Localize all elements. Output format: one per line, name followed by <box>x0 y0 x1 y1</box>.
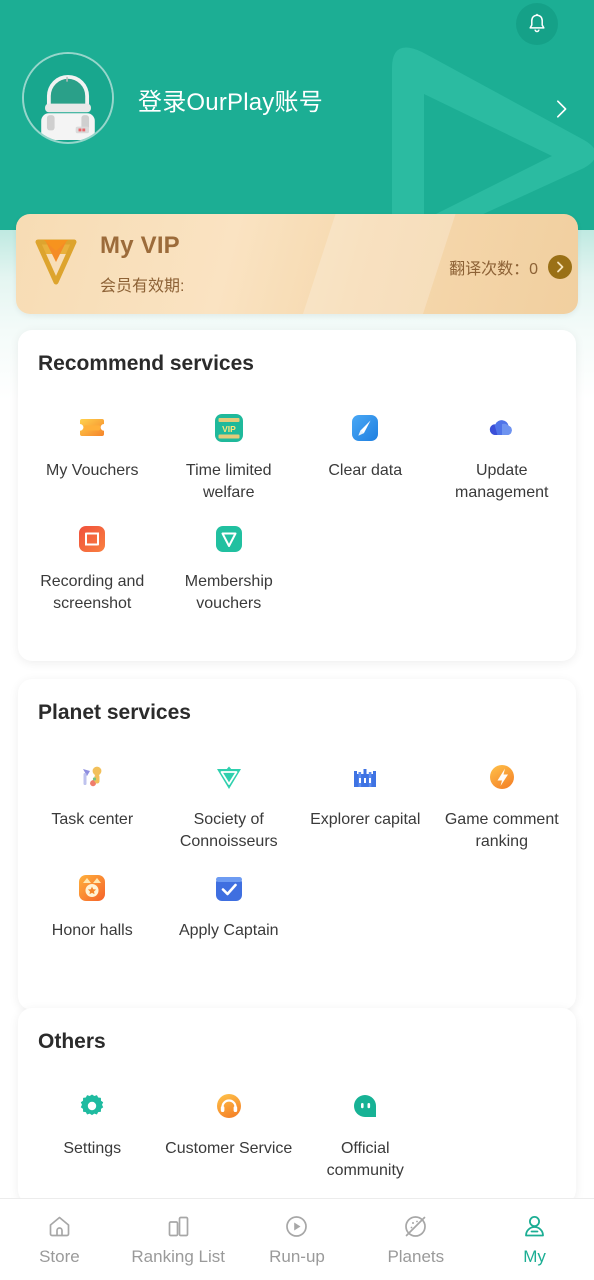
chevron-right-icon[interactable] <box>550 98 572 120</box>
service-label: Honor halls <box>51 922 133 940</box>
card-others: Others Settings Customer Service Officia… <box>18 1008 576 1204</box>
planet-services-grid: Task center Society of Connoisseurs Expl… <box>24 747 570 948</box>
service-label: Explorer capital <box>310 811 421 828</box>
vip-title: My VIP <box>100 232 180 259</box>
nav-item-ranking-list[interactable]: Ranking List <box>119 1212 238 1267</box>
service-label: Game comment ranking <box>444 811 559 850</box>
service-label: Settings <box>63 1140 122 1157</box>
section-title-planet: Planet services <box>38 701 191 724</box>
bottom-navigation: Store Ranking List Run-up Planets My <box>0 1198 594 1280</box>
others-grid: Settings Customer Service Official commu… <box>24 1076 570 1187</box>
task-center-icon <box>74 759 110 795</box>
service-label: Update management <box>455 462 549 501</box>
service-label: Apply Captain <box>178 922 279 940</box>
service-item-my-vouchers[interactable]: My Vouchers <box>24 398 161 509</box>
my-profile-screen: 登录OurPlay账号 My VIP 会员有效期: 翻译次数：0 Recomme… <box>0 0 594 1280</box>
service-label: Society of Connoisseurs <box>179 811 278 850</box>
nav-item-planets[interactable]: Planets <box>356 1212 475 1267</box>
vip-card-welfare-icon: VIP <box>211 410 247 446</box>
vip-banner-sheen <box>283 214 469 314</box>
honor-medal-icon <box>74 870 110 906</box>
nav-label: My <box>523 1247 546 1266</box>
astronaut-avatar-icon <box>24 54 112 140</box>
translate-count-label: 翻译次数：0 <box>449 261 538 278</box>
profile-header: 登录OurPlay账号 <box>0 0 594 230</box>
nav-item-run-up[interactable]: Run-up <box>238 1212 357 1267</box>
card-planet-services: Planet services Task center Society of C… <box>18 679 576 1010</box>
nav-item-my[interactable]: My <box>475 1212 594 1267</box>
bell-icon <box>529 13 545 33</box>
nav-label: Ranking List <box>131 1247 225 1266</box>
home-icon <box>45 1212 73 1240</box>
service-item-customer-service[interactable]: Customer Service <box>161 1076 298 1187</box>
planet-icon <box>402 1212 430 1240</box>
vip-validity-label: 会员有效期: <box>100 278 185 295</box>
service-item-recording-and-screenshot[interactable]: Recording and screenshot <box>24 509 161 620</box>
service-label: Customer Service <box>165 1140 293 1157</box>
bar-chart-icon <box>164 1212 192 1240</box>
service-label: Task center <box>51 811 134 828</box>
gear-icon <box>74 1088 110 1124</box>
nav-label: Planets <box>387 1247 445 1266</box>
service-item-official-community[interactable]: Official community <box>297 1076 434 1187</box>
service-item-game-comment-ranking[interactable]: Game comment ranking <box>434 747 571 858</box>
person-icon <box>521 1212 549 1240</box>
membership-v-icon <box>211 521 247 557</box>
service-item-honor-halls[interactable]: Honor halls <box>24 858 161 948</box>
play-circle-icon <box>283 1212 311 1240</box>
connoisseur-triangle-icon <box>211 759 247 795</box>
service-item-explorer-capital[interactable]: Explorer capital <box>297 747 434 858</box>
login-title[interactable]: 登录OurPlay账号 <box>138 82 323 117</box>
service-item-update-management[interactable]: Update management <box>434 398 571 509</box>
service-item-time-limited-welfare[interactable]: VIP Time limited welfare <box>161 398 298 509</box>
recommend-services-grid: My Vouchers VIP Time limited welfare Cle… <box>24 398 570 620</box>
nav-label: Store <box>39 1247 80 1266</box>
service-label: Time limited welfare <box>185 462 272 501</box>
card-recommend-services: Recommend services My Vouchers VIP Time … <box>18 330 576 661</box>
avatar[interactable] <box>22 52 114 144</box>
service-item-task-center[interactable]: Task center <box>24 747 161 858</box>
headset-support-icon <box>211 1088 247 1124</box>
castle-explorer-icon <box>347 759 383 795</box>
service-label: My Vouchers <box>46 462 139 479</box>
cloud-update-icon <box>484 410 520 446</box>
service-item-settings[interactable]: Settings <box>24 1076 161 1187</box>
broom-clear-data-icon <box>347 410 383 446</box>
nav-label: Run-up <box>269 1247 325 1266</box>
grid-spacer <box>434 1076 571 1187</box>
service-item-membership-vouchers[interactable]: Membership vouchers <box>161 509 298 620</box>
community-chat-icon <box>347 1088 383 1124</box>
chevron-right-circle-icon[interactable] <box>548 255 572 279</box>
vip-translate-group[interactable]: 翻译次数：0 <box>449 255 572 279</box>
service-label: Recording and screenshot <box>40 573 145 612</box>
service-item-clear-data[interactable]: Clear data <box>297 398 434 509</box>
play-triangle-watermark-icon <box>392 47 594 230</box>
nav-item-store[interactable]: Store <box>0 1212 119 1267</box>
section-title-recommend: Recommend services <box>38 352 254 375</box>
service-item-apply-captain[interactable]: Apply Captain <box>161 858 298 948</box>
comment-ranking-icon <box>484 759 520 795</box>
service-label: Clear data <box>328 462 403 479</box>
voucher-ticket-icon <box>74 410 110 446</box>
screen-record-icon <box>74 521 110 557</box>
section-title-others: Others <box>38 1030 106 1053</box>
chevron-right-small-icon <box>557 261 564 273</box>
notifications-button[interactable] <box>516 3 558 45</box>
apply-captain-check-icon <box>211 870 247 906</box>
service-label: Official community <box>326 1140 404 1179</box>
service-item-society-of-connoisseurs[interactable]: Society of Connoisseurs <box>161 747 298 858</box>
svg-text:VIP: VIP <box>222 424 236 434</box>
service-label: Membership vouchers <box>184 573 273 612</box>
vip-v-badge-icon <box>35 239 77 285</box>
